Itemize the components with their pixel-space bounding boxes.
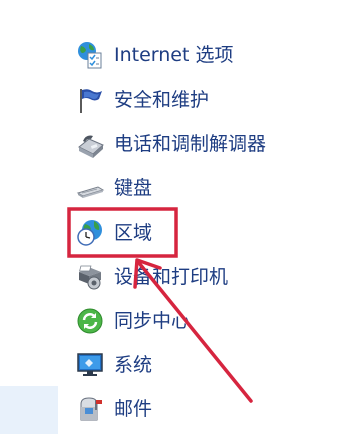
- phone-modem-icon: [74, 128, 106, 160]
- sync-center-icon: [74, 305, 106, 337]
- cp-item-internet-options[interactable]: Internet 选项: [74, 38, 233, 72]
- internet-options-icon: [74, 39, 106, 71]
- cp-item-label[interactable]: 电话和调制解调器: [114, 132, 266, 156]
- mail-icon: [74, 393, 106, 425]
- cp-item-region[interactable]: 区域: [74, 216, 152, 250]
- cp-item-label[interactable]: 安全和维护: [114, 88, 209, 112]
- cp-item-label[interactable]: Internet 选项: [114, 43, 233, 67]
- cp-item-keyboard[interactable]: 键盘: [74, 171, 152, 205]
- cp-item-phone-modem[interactable]: 电话和调制解调器: [74, 127, 266, 161]
- cp-item-security-maintenance[interactable]: 安全和维护: [74, 83, 209, 117]
- cp-item-label[interactable]: 邮件: [114, 397, 152, 421]
- system-monitor-icon: [74, 349, 106, 381]
- cp-item-label[interactable]: 键盘: [114, 176, 152, 200]
- keyboard-icon: [74, 172, 106, 204]
- control-panel-item-list: Internet 选项 安全和维护 电话和调制解调器 键盘 区域 设备和打印机 …: [0, 0, 338, 434]
- region-globe-clock-icon: [74, 217, 106, 249]
- cp-item-devices-printers[interactable]: 设备和打印机: [74, 260, 228, 294]
- cp-item-label[interactable]: 同步中心: [114, 309, 190, 333]
- cp-item-system[interactable]: 系统: [74, 348, 152, 382]
- security-maintenance-flag-icon: [74, 84, 106, 116]
- cp-item-mail[interactable]: 邮件: [74, 392, 152, 426]
- cp-item-label[interactable]: 设备和打印机: [114, 265, 228, 289]
- devices-printers-icon: [74, 261, 106, 293]
- cp-item-label[interactable]: 系统: [114, 353, 152, 377]
- cp-item-label[interactable]: 区域: [114, 221, 152, 245]
- cp-item-sync-center[interactable]: 同步中心: [74, 304, 190, 338]
